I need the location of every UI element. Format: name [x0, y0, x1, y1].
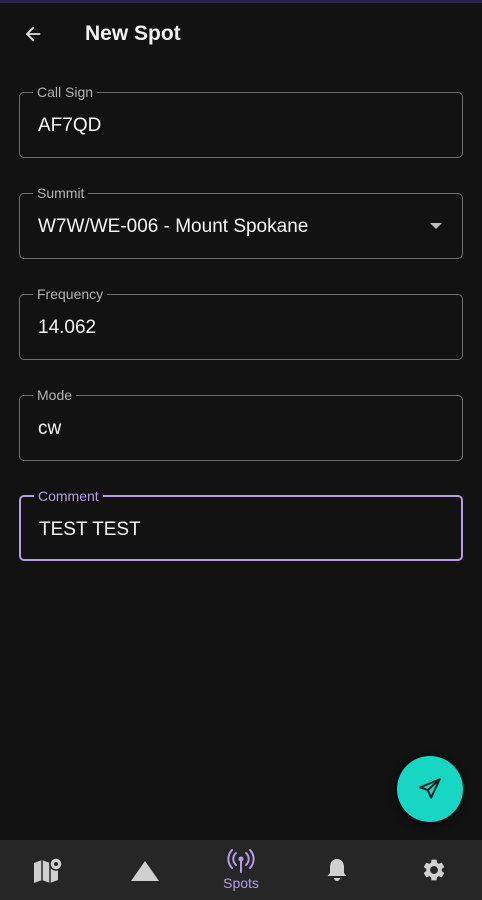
frequency-value[interactable]: 14.062 — [38, 316, 96, 340]
nav-item-alerts[interactable] — [289, 840, 385, 900]
send-button[interactable] — [397, 756, 463, 822]
caret-down-icon[interactable] — [430, 223, 442, 229]
arrow-left-icon — [25, 26, 41, 42]
nav-item-summits[interactable] — [96, 840, 192, 900]
antenna-icon — [227, 849, 255, 873]
nav-item-map[interactable] — [0, 840, 96, 900]
back-button[interactable] — [16, 17, 50, 51]
bell-icon — [327, 859, 347, 881]
mode-value[interactable]: cw — [38, 417, 61, 441]
frequency-field[interactable]: Frequency 14.062 — [19, 285, 463, 360]
gear-icon — [423, 859, 444, 881]
comment-label: Comment — [34, 487, 103, 505]
send-icon — [419, 778, 441, 799]
app-bar: New Spot — [0, 3, 482, 65]
page-title: New Spot — [85, 22, 181, 45]
summit-value[interactable]: W7W/WE-006 - Mount Spokane — [38, 215, 308, 239]
bottom-navigation: Spots — [0, 840, 482, 900]
comment-value[interactable]: TEST TEST — [39, 518, 141, 542]
call-sign-value[interactable]: AF7QD — [38, 114, 101, 138]
mountain-icon — [130, 861, 159, 881]
nav-item-spots[interactable]: Spots — [193, 840, 289, 900]
nav-label-spots: Spots — [223, 875, 259, 891]
comment-field[interactable]: Comment TEST TEST — [19, 487, 463, 561]
call-sign-label: Call Sign — [33, 83, 98, 101]
mode-field[interactable]: Mode cw — [19, 386, 463, 461]
mode-label: Mode — [33, 386, 77, 404]
summit-label: Summit — [33, 184, 89, 202]
frequency-label: Frequency — [33, 285, 108, 303]
summit-select[interactable]: Summit W7W/WE-006 - Mount Spokane — [19, 184, 463, 259]
map-icon — [34, 857, 63, 883]
nav-item-settings[interactable] — [386, 840, 482, 900]
call-sign-field[interactable]: Call Sign AF7QD — [19, 83, 463, 158]
